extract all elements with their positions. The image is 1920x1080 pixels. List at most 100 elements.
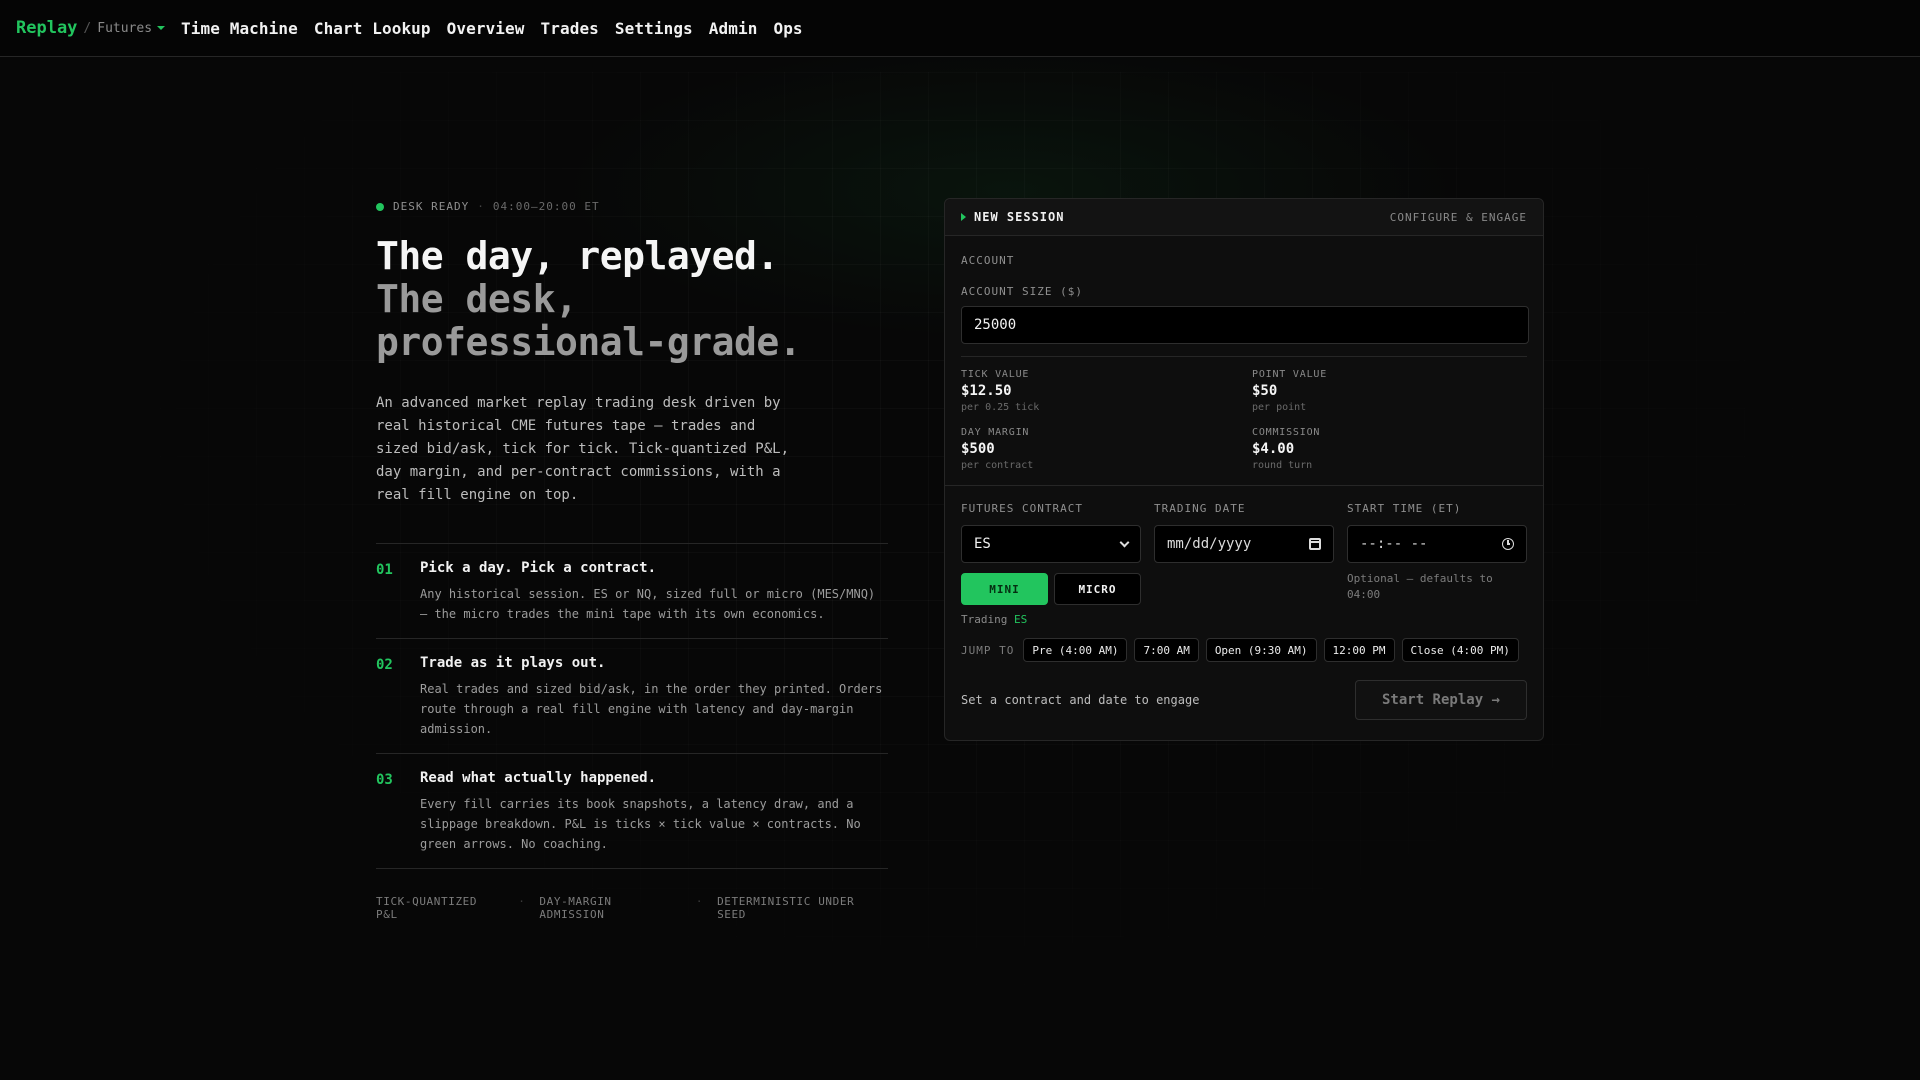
feature-item: 01 Pick a day. Pick a contract. Any hist… [376,544,888,639]
feature-title: Pick a day. Pick a contract. [420,560,657,576]
account-size-input[interactable] [961,306,1529,344]
start-time-input[interactable]: --:-- -- [1347,525,1527,563]
tag-deterministic: DETERMINISTIC UNDER SEED [717,895,855,921]
page-title: The day, replayed. The desk, professiona… [376,235,888,364]
feature-tags: TICK-QUANTIZED P&L · DAY-MARGIN ADMISSIO… [376,895,888,921]
nav-chart-lookup[interactable]: Chart Lookup [314,19,431,38]
spec-value: $4.00 [1252,441,1295,457]
desk-status: DESK READY · 04:00–20:00 ET [376,200,888,213]
jump-to-label: JUMP TO [961,643,1015,657]
spec-label: COMMISSION [1252,427,1321,438]
panel-title: NEW SESSION [974,210,1065,224]
feature-title: Read what actually happened. [420,770,657,786]
play-triangle-icon [961,213,966,221]
trading-prefix: Trading [961,613,1008,626]
feature-list: 01 Pick a day. Pick a contract. Any hist… [376,543,888,869]
time-label: START TIME (ET) [1347,502,1462,515]
nav-ops[interactable]: Ops [773,19,802,38]
spec-label: POINT VALUE [1252,369,1328,380]
session-fields: FUTURES CONTRACT ES MINI MICRO Trading E… [945,486,1543,626]
top-nav: Replay / Futures Time Machine Chart Look… [0,0,1920,57]
workspace-switcher[interactable]: Futures [97,20,166,36]
trading-symbol: ES [1013,613,1028,626]
headline-line-1: The day, replayed. [376,234,779,278]
panel-subtitle: CONFIGURE & ENGAGE [1389,210,1527,224]
status-label: DESK READY [393,200,470,213]
spec-value: $12.50 [961,383,1012,399]
footer-message: Set a contract and date to engage [961,693,1200,707]
jump-close-button[interactable]: Close (4:00 PM) [1401,638,1519,662]
mini-toggle-button[interactable]: MINI [961,573,1048,605]
brand-logo[interactable]: Replay [16,18,77,38]
contract-label: FUTURES CONTRACT [961,502,1083,515]
spec-commission: COMMISSION $4.00 round turn [1252,427,1529,471]
hero-section: DESK READY · 04:00–20:00 ET The day, rep… [376,200,888,921]
headline-line-3: professional-grade. [376,320,802,364]
spec-day-margin: DAY MARGIN $500 per contract [961,427,1252,471]
spec-sub: per contract [961,460,1034,471]
spec-sub: per point [1252,402,1307,413]
feature-number: 02 [376,657,393,673]
feature-description: Every fill carries its book snapshots, a… [420,797,861,851]
feature-item: 02 Trade as it plays out. Real trades an… [376,639,888,754]
spec-label: TICK VALUE [961,369,1030,380]
account-size-label: ACCOUNT SIZE ($) [961,285,1083,298]
brand-separator: / [83,20,92,36]
feature-description: Any historical session. ES or NQ, sized … [420,587,876,621]
time-field-group: START TIME (ET) --:-- -- Optional — defa… [1347,502,1527,626]
micro-toggle-button[interactable]: MICRO [1054,573,1141,605]
nav-overview[interactable]: Overview [447,19,525,38]
spec-value: $500 [961,441,995,457]
headline-line-2: The desk, [376,277,578,321]
size-toggle: MINI MICRO [961,573,1141,605]
clock-icon[interactable] [1502,538,1514,550]
account-section-label: ACCOUNT [961,254,1015,267]
date-label: TRADING DATE [1154,502,1246,515]
calendar-icon[interactable] [1309,538,1321,550]
tag-day-margin: DAY-MARGIN ADMISSION [539,895,612,921]
nav-admin[interactable]: Admin [709,19,758,38]
feature-item: 03 Read what actually happened. Every fi… [376,754,888,869]
jump-to-bar: JUMP TO Pre (4:00 AM) 7:00 AM Open (9:30… [945,626,1543,662]
contract-selected-value: ES [974,536,991,552]
workspace-label: Futures [97,20,153,36]
spec-sub: round turn [1252,460,1313,471]
jump-pre-button[interactable]: Pre (4:00 AM) [1023,638,1128,662]
spec-label: DAY MARGIN [961,427,1030,438]
time-hint: Optional — defaults to 04:00 [1347,572,1493,601]
new-session-panel: NEW SESSION CONFIGURE & ENGAGE ACCOUNT A… [944,198,1544,741]
time-placeholder: --:-- -- [1360,536,1428,552]
contract-field-group: FUTURES CONTRACT ES MINI MICRO Trading E… [961,502,1141,626]
status-separator: · [477,200,485,213]
feature-title: Trade as it plays out. [420,655,606,671]
contract-specs: TICK VALUE $12.50 per 0.25 tick POINT VA… [945,357,1543,471]
desk-hours: 04:00–20:00 ET [492,200,600,213]
date-field-group: TRADING DATE mm/dd/yyyy [1154,502,1334,626]
feature-number: 03 [376,772,393,788]
spec-point-value: POINT VALUE $50 per point [1252,369,1529,413]
panel-header: NEW SESSION CONFIGURE & ENGAGE [945,199,1543,236]
chevron-down-icon [1119,537,1130,547]
trading-symbol-line: Trading ES [961,613,1141,626]
intro-paragraph: An advanced market replay trading desk d… [376,395,790,503]
jump-7am-button[interactable]: 7:00 AM [1134,638,1199,662]
tag-separator: · [518,895,526,908]
panel-footer: Set a contract and date to engage Start … [945,662,1543,720]
start-replay-button[interactable]: Start Replay → [1355,680,1527,720]
chevron-down-icon [157,26,166,30]
nav-settings[interactable]: Settings [615,19,693,38]
jump-open-button[interactable]: Open (9:30 AM) [1205,638,1317,662]
trading-date-input[interactable]: mm/dd/yyyy [1154,525,1334,563]
spec-tick-value: TICK VALUE $12.50 per 0.25 tick [961,369,1252,413]
tag-tick-quantized: TICK-QUANTIZED P&L [376,895,478,921]
date-placeholder: mm/dd/yyyy [1167,536,1252,552]
status-dot-icon [376,202,384,211]
tag-separator: · [695,895,704,908]
nav-trades[interactable]: Trades [541,19,599,38]
jump-noon-button[interactable]: 12:00 PM [1323,638,1395,662]
spec-value: $50 [1252,383,1278,399]
nav-time-machine[interactable]: Time Machine [181,19,298,38]
feature-number: 01 [376,562,393,578]
contract-select[interactable]: ES [961,525,1141,563]
feature-description: Real trades and sized bid/ask, in the or… [420,682,883,736]
